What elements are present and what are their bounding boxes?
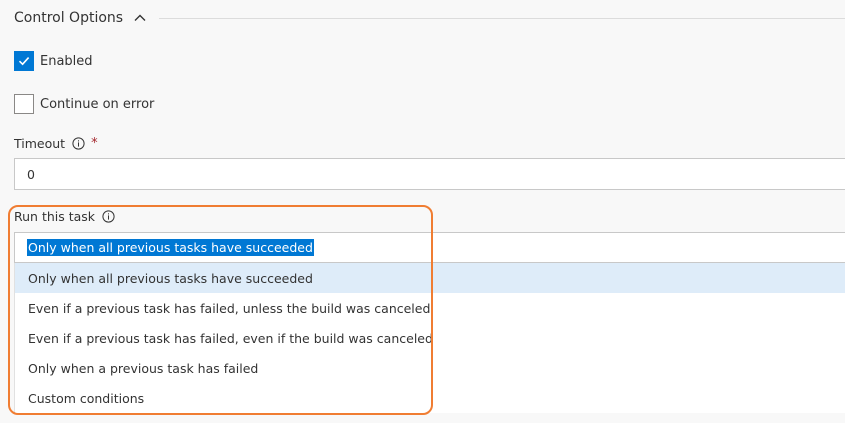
checkmark-icon [18,57,30,66]
timeout-input[interactable]: 0 [14,158,845,190]
continue-on-error-checkbox[interactable] [14,94,34,114]
run-task-label: Run this task [14,209,96,224]
run-task-label-row: Run this task [14,209,115,224]
section-divider [159,17,845,19]
timeout-label: Timeout [14,136,66,151]
section-title: Control Options [14,10,124,26]
continue-on-error-label: Continue on error [40,96,155,112]
dropdown-option[interactable]: Custom conditions [15,383,845,413]
enabled-label: Enabled [40,53,93,69]
required-marker: * [91,136,98,151]
dropdown-option[interactable]: Even if a previous task has failed, unle… [15,293,845,323]
info-icon[interactable] [102,210,115,223]
run-task-dropdown-list: Only when all previous tasks have succee… [14,263,845,413]
run-task-select[interactable]: Only when all previous tasks have succee… [14,232,845,263]
info-icon[interactable] [72,137,85,150]
continue-on-error-row[interactable]: Continue on error [14,94,154,114]
dropdown-option[interactable]: Only when a previous task has failed [15,353,845,383]
enabled-checkbox-row[interactable]: Enabled [14,51,93,71]
chevron-up-icon[interactable] [133,11,147,25]
timeout-label-row: Timeout * [14,136,98,151]
timeout-value: 0 [27,166,35,182]
enabled-checkbox[interactable] [14,51,34,71]
control-options-header[interactable]: Control Options [14,6,845,30]
run-task-selected-value: Only when all previous tasks have succee… [27,239,314,256]
dropdown-option[interactable]: Even if a previous task has failed, even… [15,323,845,353]
dropdown-option[interactable]: Only when all previous tasks have succee… [15,263,845,293]
